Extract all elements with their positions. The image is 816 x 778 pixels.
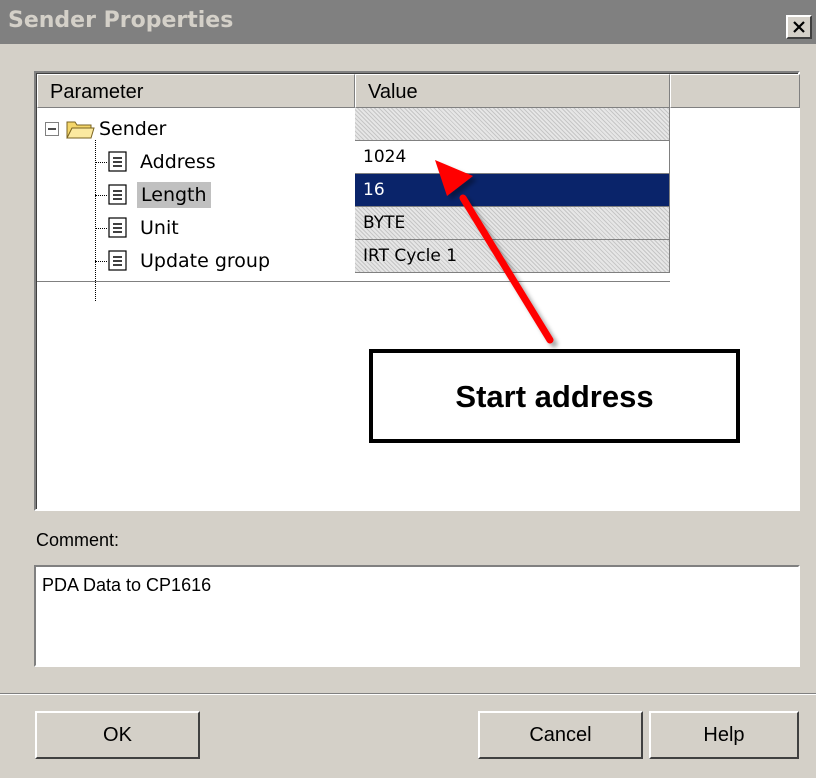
grid-bottom-line xyxy=(37,281,670,282)
column-header-value[interactable]: Value xyxy=(355,74,670,108)
property-icon xyxy=(108,184,127,205)
folder-icon xyxy=(66,121,95,139)
tree-connector xyxy=(95,195,107,196)
comment-text: PDA Data to CP1616 xyxy=(42,575,212,595)
annotation-callout: Start address xyxy=(369,349,740,443)
value-cell-sender xyxy=(355,108,670,141)
property-icon xyxy=(108,250,127,271)
close-button[interactable] xyxy=(786,15,812,39)
value-cell-length[interactable]: 16 xyxy=(355,174,670,207)
ok-button[interactable]: OK xyxy=(35,711,200,759)
annotation-text: Start address xyxy=(455,379,654,414)
param-label-address[interactable]: Address xyxy=(140,151,216,173)
window-title: Sender Properties xyxy=(8,8,234,33)
separator xyxy=(0,693,816,695)
collapse-icon[interactable] xyxy=(45,122,59,136)
value-cell-address[interactable]: 1024 xyxy=(355,141,670,174)
comment-textarea[interactable]: PDA Data to CP1616 xyxy=(34,565,800,667)
value-cell-unit[interactable]: BYTE xyxy=(355,207,670,240)
column-header-parameter[interactable]: Parameter xyxy=(37,74,355,108)
param-label-update-group[interactable]: Update group xyxy=(140,250,270,272)
param-label-length[interactable]: Length xyxy=(137,182,211,208)
tree-connector xyxy=(95,140,96,301)
cancel-button[interactable]: Cancel xyxy=(478,711,643,759)
comment-label: Comment: xyxy=(36,530,120,550)
param-label-unit[interactable]: Unit xyxy=(140,217,179,239)
tree-node-label: Sender xyxy=(99,118,167,140)
help-button[interactable]: Help xyxy=(649,711,799,759)
value-cell-update-group[interactable]: IRT Cycle 1 xyxy=(355,240,670,273)
column-header-empty xyxy=(670,74,800,108)
close-icon xyxy=(793,21,805,33)
property-grid[interactable]: Parameter Value Sender Address 1024 Leng… xyxy=(34,71,800,511)
tree-connector xyxy=(95,228,107,229)
property-icon xyxy=(108,217,127,238)
title-bar: Sender Properties xyxy=(0,0,816,44)
tree-connector xyxy=(95,162,107,163)
tree-connector xyxy=(95,261,107,262)
property-icon xyxy=(108,151,127,172)
